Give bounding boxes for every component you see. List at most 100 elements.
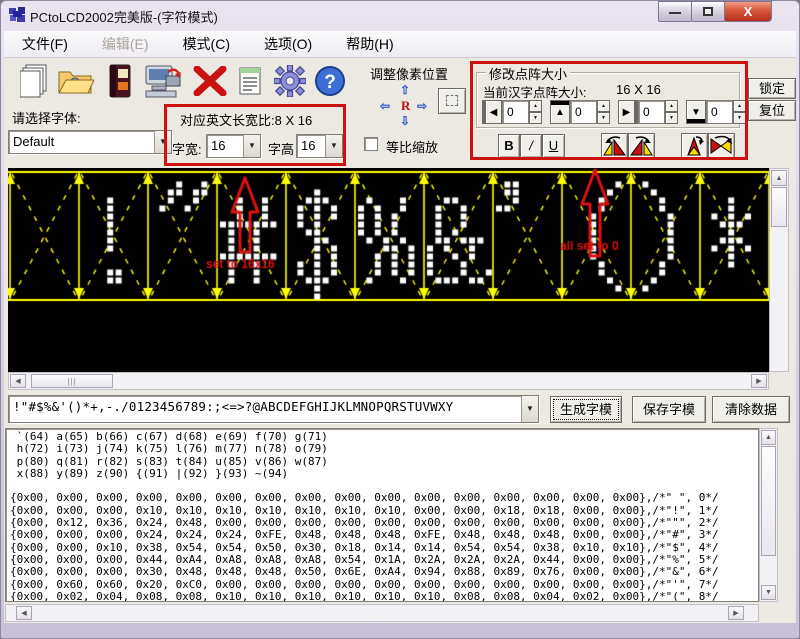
spin-up-icon[interactable]: ▲ [597,100,610,112]
chevron-down-icon[interactable]: ▼ [154,131,171,153]
scroll-right-icon[interactable]: ▶ [728,606,744,620]
spin-up-icon[interactable]: ▲ [529,100,542,112]
scroll-up-icon[interactable]: ▲ [761,430,776,445]
new-file-icon[interactable] [14,61,54,101]
scroll-right-icon[interactable]: ▶ [751,374,767,388]
window-title: PCtoLCD2002完美版-(字符模式) [30,7,218,26]
left-arrow-icon[interactable]: ⇦ [380,100,390,112]
spinner-field-3[interactable]: 0 [706,100,733,124]
matrix-panel-title: 修改点阵大小 [486,64,570,83]
scroll-up-icon[interactable]: ▲ [771,170,787,186]
center-r-label: R [401,99,410,112]
down-arrow-icon[interactable]: ⇩ [400,115,410,127]
output-hscrollbar[interactable]: ◀ ▶ [5,604,759,622]
font-select-value: Default [9,131,154,153]
char-height-label: 字高 [268,139,294,158]
scroll-left-icon[interactable]: ◀ [10,374,26,388]
bold-button[interactable]: B [498,134,520,158]
pixel-adjust-title: 调整像素位置 [370,64,448,83]
underline-button[interactable]: U [542,134,565,158]
pad-left-icon[interactable]: ◀ [482,100,502,124]
flip-vertical-icon[interactable] [681,133,708,159]
menu-bar: 文件(F) 编辑(E) 模式(C) 选项(O) 帮助(H) [4,31,796,58]
menu-help[interactable]: 帮助(H) [336,31,403,57]
scroll-down-icon[interactable]: ▼ [761,585,776,600]
canvas-hscrollbar[interactable]: ◀ ||| ▶ [8,372,769,390]
proportional-scale-label: 等比缩放 [386,137,438,156]
output-textarea[interactable]: `(64) a(65) b(66) c(67) d(68) e(69) f(70… [5,428,759,602]
pad-bottom-icon[interactable]: ▼ [686,100,706,124]
clear-button[interactable]: 清除数据 [712,396,790,423]
notes-icon[interactable] [230,61,270,101]
spinner-group-3: ▼0▲▼ [686,100,746,124]
reset-button[interactable]: 复位 [748,100,796,121]
charset-value: !"#$%&'()*+,-./0123456789:;<=>?@ABCDEFGH… [9,396,521,422]
spin-down-icon[interactable]: ▼ [733,112,746,124]
close-button[interactable]: X [724,1,772,22]
spin-down-icon[interactable]: ▼ [529,112,542,124]
flip-horizontal-icon[interactable] [708,133,735,159]
minimize-icon [669,2,681,14]
spin-down-icon[interactable]: ▼ [665,112,678,124]
spinner-updown-3: ▲▼ [733,100,746,124]
maximize-button[interactable] [691,1,725,22]
chevron-down-icon[interactable]: ▼ [243,135,260,157]
spinner-group-1: ▲0▲▼ [550,100,610,124]
generate-button[interactable]: 生成字模 [550,396,622,423]
app-window: PCtoLCD2002完美版-(字符模式) X 文件(F) 编辑(E) 模式(C) 选… [0,0,800,639]
save-book-icon[interactable] [100,61,140,101]
scrollbar-thumb[interactable]: ||| [31,374,113,388]
rotate-right-icon[interactable] [628,133,655,159]
menu-options[interactable]: 选项(O) [254,31,322,57]
char-width-combobox[interactable]: 16 ▼ [206,134,261,158]
menu-mode[interactable]: 模式(C) [173,31,240,57]
lcd-canvas[interactable] [8,168,769,372]
center-align-icon[interactable] [438,88,466,114]
char-width-value: 16 [207,135,243,157]
canvas-vscrollbar[interactable]: ▲ [769,168,789,372]
spinner-updown-0: ▲▼ [529,100,542,124]
spinner-updown-2: ▲▼ [665,100,678,124]
spin-up-icon[interactable]: ▲ [733,100,746,112]
chevron-down-icon[interactable]: ▼ [325,135,342,157]
minimize-button[interactable] [658,1,692,22]
matrix-current-value: 16 X 16 [616,82,661,97]
menu-edit: 编辑(E) [92,31,159,57]
char-height-value: 16 [297,135,325,157]
italic-button[interactable]: / [520,134,542,158]
spin-down-icon[interactable]: ▼ [597,112,610,124]
open-folder-icon[interactable] [56,61,96,101]
rotate-left-icon[interactable] [601,133,628,159]
pad-top-icon[interactable]: ▲ [550,100,570,124]
font-select-combobox[interactable]: Default ▼ [8,130,172,154]
settings-gear-icon[interactable] [270,61,310,101]
maximize-icon [703,7,713,16]
spinner-field-2[interactable]: 0 [638,100,665,124]
lock-button[interactable]: 锁定 [748,78,796,99]
menu-file[interactable]: 文件(F) [12,31,78,57]
char-height-combobox[interactable]: 16 ▼ [296,134,343,158]
matrix-current-label: 当前汉字点阵大小: [483,82,586,101]
help-icon[interactable]: ? [310,61,350,101]
up-arrow-icon[interactable]: ⇧ [400,84,410,96]
app-icon [9,6,26,23]
spinner-field-0[interactable]: 0 [502,100,529,124]
chevron-down-icon[interactable]: ▼ [521,396,538,422]
export-pc-icon[interactable] [144,61,184,101]
scroll-left-icon[interactable]: ◀ [16,606,32,620]
charset-combobox[interactable]: !"#$%&'()*+,-./0123456789:;<=>?@ABCDEFGH… [8,395,539,423]
spin-up-icon[interactable]: ▲ [665,100,678,112]
client-area: ? 请选择字体: Default ▼ 对应英文长宽比:8 X 16 字宽: 16… [4,58,796,623]
title-bar[interactable]: PCtoLCD2002完美版-(字符模式) X [0,0,800,30]
proportional-scale-checkbox[interactable] [364,137,378,151]
delete-x-icon[interactable] [190,61,230,101]
pad-right-icon[interactable]: ▶ [618,100,638,124]
output-vscrollbar[interactable]: ▲ ▼ [759,428,778,602]
save-button[interactable]: 保存字模 [632,396,706,423]
char-width-label: 字宽: [172,139,202,158]
ascii-ratio-label: 对应英文长宽比:8 X 16 [180,110,312,129]
right-arrow-icon[interactable]: ⇨ [417,100,427,112]
spinner-group-2: ▶0▲▼ [618,100,678,124]
svg-text:?: ? [324,72,336,93]
spinner-field-1[interactable]: 0 [570,100,597,124]
